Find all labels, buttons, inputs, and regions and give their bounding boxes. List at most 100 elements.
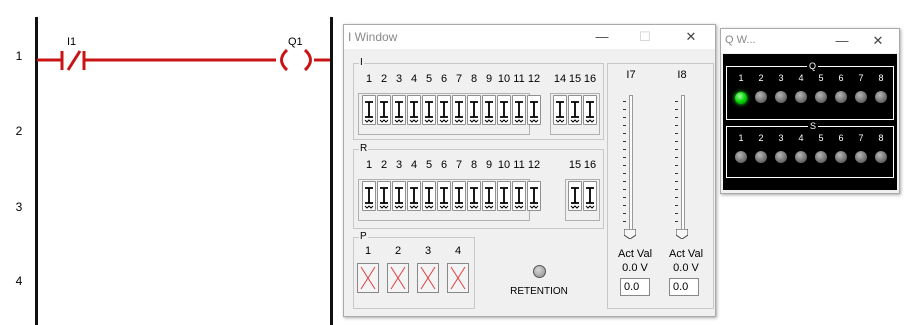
switch-number: 16 (583, 73, 597, 85)
normally-closed-contact-symbol[interactable] (60, 50, 86, 71)
input-toggle-switch[interactable] (422, 95, 436, 125)
input-toggle-switch[interactable] (512, 95, 526, 125)
slider-tick (675, 157, 678, 158)
switch-number: 7 (455, 73, 463, 85)
output-lamp (875, 91, 887, 103)
slider-tick (675, 149, 678, 150)
slider-tick (623, 205, 626, 206)
i-window[interactable]: I Window — ☐ ✕ I R P RETENTION I7 I8 Act… (343, 24, 716, 317)
input-toggle-switch[interactable] (362, 95, 376, 125)
output-number: 1 (738, 133, 744, 143)
output-lamp (735, 151, 747, 163)
input-toggle-switch[interactable] (512, 181, 526, 211)
minimize-button[interactable]: — (827, 31, 857, 51)
pulse-input-button[interactable] (387, 263, 409, 293)
switch-number: 4 (410, 73, 418, 85)
q-window-titlebar[interactable]: Q W... — ✕ (721, 29, 899, 53)
q-window[interactable]: Q W... — ✕ Q 1 2 3 4 5 6 7 8 S 1 2 3 4 5 6 7 8 (720, 28, 900, 194)
switch-number: 11 (513, 73, 525, 85)
ladder-diagram[interactable]: 1 2 3 4 I1 Q1 (0, 0, 340, 325)
input-toggle-switch[interactable] (527, 95, 541, 125)
slider-tick (675, 197, 678, 198)
close-button[interactable]: ✕ (676, 27, 706, 47)
i7-value-input[interactable]: 0.0 (620, 278, 650, 296)
switch-number: 2 (380, 73, 388, 85)
input-toggle-switch[interactable] (407, 181, 421, 211)
input-toggle-switch[interactable] (452, 181, 466, 211)
output-lamp-on (735, 92, 747, 104)
input-toggle-switch[interactable] (553, 95, 567, 125)
input-toggle-switch[interactable] (497, 95, 511, 125)
slider-label: I7 (626, 69, 636, 81)
slider-tick (623, 221, 626, 222)
input-toggle-switch[interactable] (452, 95, 466, 125)
input-toggle-switch[interactable] (392, 95, 406, 125)
input-toggle-switch[interactable] (437, 181, 451, 211)
i8-value-input[interactable]: 0.0 (669, 278, 699, 296)
input-toggle-switch[interactable] (362, 181, 376, 211)
pulse-input-button[interactable] (357, 263, 379, 293)
slider-tick (623, 181, 626, 182)
input-toggle-switch[interactable] (407, 95, 421, 125)
slider-tick (675, 109, 678, 110)
close-button[interactable]: ✕ (863, 31, 893, 51)
input-toggle-switch[interactable] (497, 181, 511, 211)
output-lamp (755, 151, 767, 163)
output-number: 4 (798, 133, 804, 143)
switch-number: 11 (513, 159, 525, 171)
rung-1-wiring[interactable] (0, 0, 340, 80)
input-toggle-switch[interactable] (437, 95, 451, 125)
output-coil-symbol[interactable] (280, 48, 312, 72)
pulse-input-button[interactable] (417, 263, 439, 293)
s-outputs-panel: S 1 2 3 4 5 6 7 8 (725, 121, 895, 179)
input-toggle-switch[interactable] (377, 181, 391, 211)
input-toggle-switch[interactable] (482, 95, 496, 125)
switch-number: 5 (425, 159, 433, 171)
p-button-number: 2 (394, 245, 402, 257)
i7-slider-thumb[interactable] (624, 229, 636, 239)
slider-tick (623, 133, 626, 134)
maximize-button[interactable]: ☐ (630, 27, 660, 47)
slider-tick (675, 101, 678, 102)
output-lamp (775, 91, 787, 103)
input-toggle-switch[interactable] (583, 95, 597, 125)
act-val-label: Act Val (668, 248, 704, 260)
slider-tick (675, 213, 678, 214)
input-toggle-switch[interactable] (467, 95, 481, 125)
input-toggle-switch[interactable] (422, 181, 436, 211)
input-toggle-switch[interactable] (482, 181, 496, 211)
group-label: S (808, 121, 819, 131)
input-toggle-switch[interactable] (583, 181, 597, 211)
input-toggle-switch[interactable] (467, 181, 481, 211)
pulse-input-button[interactable] (447, 263, 469, 293)
minimize-button[interactable]: — (587, 27, 617, 47)
slider-tick (675, 165, 678, 166)
input-toggle-switch[interactable] (392, 181, 406, 211)
slider-tick (623, 101, 626, 102)
input-toggle-switch[interactable] (568, 95, 582, 125)
switch-number: 2 (380, 159, 388, 171)
output-number: 3 (778, 133, 784, 143)
output-number: 7 (858, 73, 864, 83)
p-button-number: 3 (424, 245, 432, 257)
input-toggle-switch[interactable] (527, 181, 541, 211)
switch-number: 15 (568, 73, 582, 85)
switch-number: 6 (440, 159, 448, 171)
p-button-number: 1 (364, 245, 372, 257)
input-toggle-switch[interactable] (568, 181, 582, 211)
i-window-titlebar[interactable]: I Window — ☐ ✕ (344, 25, 715, 49)
i8-slider-track[interactable] (681, 95, 685, 235)
group-label: R (359, 143, 369, 155)
input-toggle-switch[interactable] (377, 95, 391, 125)
slider-tick (623, 141, 626, 142)
retention-indicator[interactable] (533, 265, 546, 278)
output-number: 6 (838, 73, 844, 83)
slider-tick (675, 189, 678, 190)
switch-number: 10 (497, 159, 511, 171)
switch-number: 9 (485, 73, 493, 85)
i8-slider-thumb[interactable] (676, 229, 688, 239)
i7-slider-track[interactable] (629, 95, 633, 235)
rung-number: 2 (15, 124, 23, 138)
output-lamp (815, 91, 827, 103)
output-number: 2 (758, 73, 764, 83)
